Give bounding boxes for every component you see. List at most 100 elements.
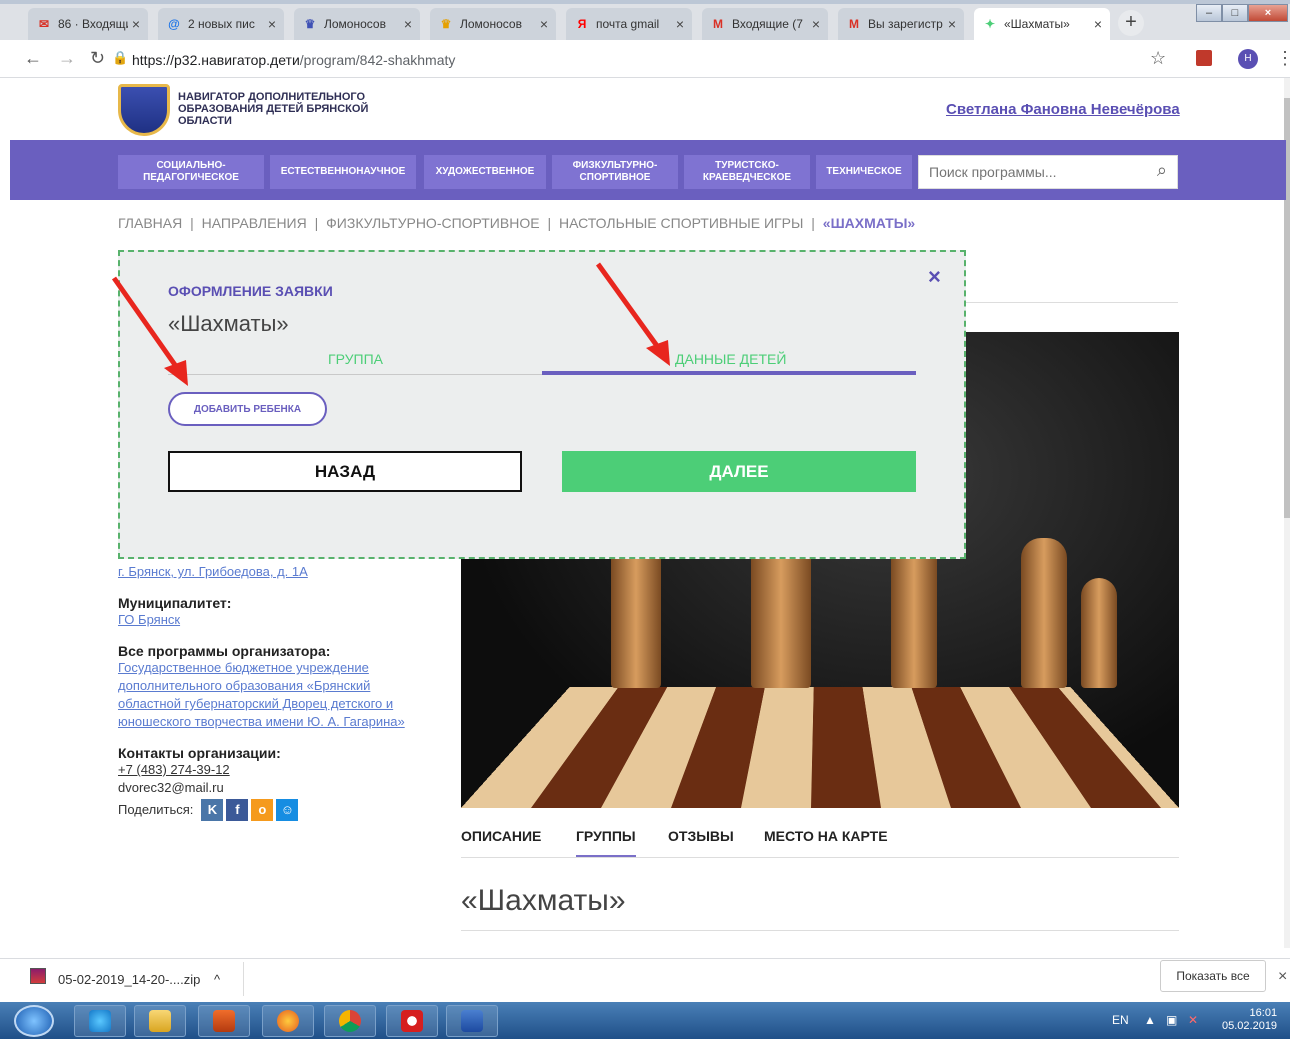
- user-profile-link[interactable]: Светлана Фановна Невечёрова: [946, 101, 1180, 118]
- tray-expand-icon[interactable]: ▲: [1144, 1013, 1156, 1027]
- forward-arrow-icon[interactable]: →: [58, 48, 76, 69]
- pdf-extension-icon[interactable]: [1196, 50, 1212, 66]
- organizer-link[interactable]: Государственное бюджетное учреждение доп…: [118, 659, 428, 731]
- add-child-button[interactable]: ДОБАВИТЬ РЕБЕНКА: [168, 392, 327, 426]
- email-address[interactable]: dvorec32@mail.ru: [118, 779, 428, 797]
- search-input[interactable]: [919, 156, 1139, 188]
- lomonosov-icon: ♛: [304, 17, 316, 31]
- close-icon[interactable]: ×: [1278, 968, 1287, 986]
- back-button[interactable]: НАЗАД: [168, 451, 522, 492]
- close-icon[interactable]: ×: [948, 16, 956, 32]
- phone-number[interactable]: +7 (483) 274-39-12: [118, 761, 428, 779]
- nav-tourism[interactable]: ТУРИСТСКО-КРАЕВЕДЧЕСКОЕ: [684, 155, 810, 189]
- breadcrumb-board-games[interactable]: НАСТОЛЬНЫЕ СПОРТИВНЫЕ ИГРЫ: [559, 215, 803, 231]
- close-icon[interactable]: ×: [132, 16, 140, 32]
- tab-map[interactable]: МЕСТО НА КАРТЕ: [764, 828, 888, 857]
- browser-tab[interactable]: ✉ 86 · Входящи ×: [28, 8, 148, 40]
- close-icon[interactable]: ×: [404, 16, 412, 32]
- network-icon[interactable]: ▣: [1166, 1013, 1177, 1027]
- reload-icon[interactable]: ↻: [90, 48, 105, 69]
- nav-technical[interactable]: ТЕХНИЧЕСКОЕ: [816, 155, 912, 189]
- taskbar-explorer[interactable]: [134, 1005, 186, 1037]
- red-arrow-annotation: [595, 262, 670, 366]
- breadcrumb: ГЛАВНАЯ | НАПРАВЛЕНИЯ | ФИЗКУЛЬТУРНО-СПО…: [118, 215, 919, 231]
- system-clock[interactable]: 16:01 05.02.2019: [1222, 1007, 1277, 1033]
- page-scrollbar[interactable]: [1284, 78, 1290, 948]
- close-icon[interactable]: ×: [812, 16, 820, 32]
- gmail-icon: M: [849, 17, 859, 31]
- minimize-button[interactable]: –: [1196, 4, 1222, 22]
- organizer-info: г. Брянск, ул. Грибоедова, д. 1А Муницип…: [118, 563, 428, 821]
- new-tab-button[interactable]: +: [1118, 10, 1144, 36]
- nav-social-pedagogical[interactable]: СОЦИАЛЬНО-ПЕДАГОГИЧЕСКОЕ: [118, 155, 264, 189]
- back-arrow-icon[interactable]: ←: [24, 48, 42, 69]
- browser-tab[interactable]: ♛ Ломоносов ×: [294, 8, 420, 40]
- show-all-downloads-button[interactable]: Показать все: [1160, 960, 1266, 992]
- profile-avatar[interactable]: Н: [1238, 49, 1258, 69]
- tab-groups[interactable]: ГРУППЫ: [576, 828, 636, 857]
- lock-icon: 🔒: [112, 50, 129, 65]
- browser-tab[interactable]: @2 новых пис ×: [158, 8, 284, 40]
- red-arrow-annotation: [111, 276, 188, 386]
- program-search: ⌕: [918, 155, 1178, 189]
- site-logo-text[interactable]: НАВИГАТОР ДОПОЛНИТЕЛЬНОГО ОБРАЗОВАНИЯ ДЕ…: [178, 91, 398, 127]
- volume-muted-icon[interactable]: ✕: [1188, 1013, 1198, 1027]
- close-icon[interactable]: ×: [268, 16, 276, 32]
- modal-tab-group[interactable]: ГРУППА: [328, 351, 383, 367]
- download-item[interactable]: 05-02-2019_14-20-....zip ^: [58, 972, 220, 987]
- municipality-link[interactable]: ГО Брянск: [118, 611, 428, 629]
- menu-icon[interactable]: ⋮: [1276, 48, 1290, 69]
- tab-description[interactable]: ОПИСАНИЕ: [461, 828, 541, 857]
- coat-of-arms-logo[interactable]: [118, 84, 170, 136]
- star-icon[interactable]: ☆: [1150, 48, 1166, 69]
- program-tabs: ОПИСАНИЕ ГРУППЫ ОТЗЫВЫ МЕСТО НА КАРТЕ: [461, 828, 1179, 858]
- moimir-icon[interactable]: ☺: [276, 799, 299, 821]
- archive-icon: [30, 968, 46, 984]
- odnoklassniki-icon[interactable]: o: [251, 799, 274, 821]
- municipality-label: Муниципалитет:: [118, 595, 232, 611]
- taskbar-app[interactable]: [386, 1005, 438, 1037]
- nav-sport[interactable]: ФИЗКУЛЬТУРНО-СПОРТИВНОЕ: [552, 155, 678, 189]
- browser-tab[interactable]: Япочта gmail ×: [566, 8, 692, 40]
- close-icon[interactable]: ×: [1094, 16, 1102, 32]
- mailru-icon: @: [168, 17, 180, 31]
- taskbar-word[interactable]: [446, 1005, 498, 1037]
- window-close-button[interactable]: ×: [1248, 4, 1288, 22]
- media-player-icon: [213, 1010, 235, 1032]
- site-icon: ✦: [984, 17, 996, 31]
- taskbar-firefox[interactable]: [262, 1005, 314, 1037]
- browser-tab[interactable]: M Вы зарегистр ×: [838, 8, 964, 40]
- close-icon[interactable]: ×: [676, 16, 684, 32]
- browser-tab[interactable]: M Входящие (7 ×: [702, 8, 828, 40]
- taskbar-ie[interactable]: [74, 1005, 126, 1037]
- yandex-icon: Я: [577, 17, 587, 31]
- chevron-up-icon[interactable]: ^: [214, 972, 220, 987]
- tab-reviews[interactable]: ОТЗЫВЫ: [668, 828, 734, 857]
- bishop-piece-image: [611, 538, 661, 688]
- next-button[interactable]: ДАЛЕЕ: [562, 451, 916, 492]
- close-icon[interactable]: ×: [540, 16, 548, 32]
- url-field[interactable]: https://р32.навигатор.дети/program/842-s…: [132, 52, 455, 68]
- taskbar-media[interactable]: [198, 1005, 250, 1037]
- nav-natural-science[interactable]: ЕСТЕСТВЕННОНАУЧНОЕ: [270, 155, 416, 189]
- windows-taskbar: [0, 1002, 1290, 1039]
- facebook-icon[interactable]: f: [226, 799, 249, 821]
- modal-tab-children-data[interactable]: ДАННЫЕ ДЕТЕЙ: [675, 351, 786, 367]
- browser-tab-active[interactable]: ✦ «Шахматы» ×: [974, 8, 1110, 40]
- vk-icon[interactable]: K: [201, 799, 224, 821]
- organizer-label: Все программы организатора:: [118, 643, 331, 659]
- breadcrumb-sport[interactable]: ФИЗКУЛЬТУРНО-СПОРТИВНОЕ: [326, 215, 539, 231]
- maximize-button[interactable]: □: [1222, 4, 1248, 22]
- breadcrumb-home[interactable]: ГЛАВНАЯ: [118, 215, 182, 231]
- nav-art[interactable]: ХУДОЖЕСТВЕННОЕ: [424, 155, 546, 189]
- start-button[interactable]: [14, 1005, 54, 1037]
- divider: [930, 302, 1178, 303]
- language-indicator[interactable]: EN: [1112, 1013, 1129, 1027]
- close-icon[interactable]: ×: [928, 264, 941, 290]
- search-icon[interactable]: ⌕: [1157, 160, 1167, 181]
- taskbar-chrome[interactable]: [324, 1005, 376, 1037]
- breadcrumb-directions[interactable]: НАПРАВЛЕНИЯ: [202, 215, 307, 231]
- address-link[interactable]: г. Брянск, ул. Грибоедова, д. 1А: [118, 563, 428, 581]
- browser-tab[interactable]: ♛ Ломоносов ×: [430, 8, 556, 40]
- share-label: Поделиться:: [118, 802, 194, 817]
